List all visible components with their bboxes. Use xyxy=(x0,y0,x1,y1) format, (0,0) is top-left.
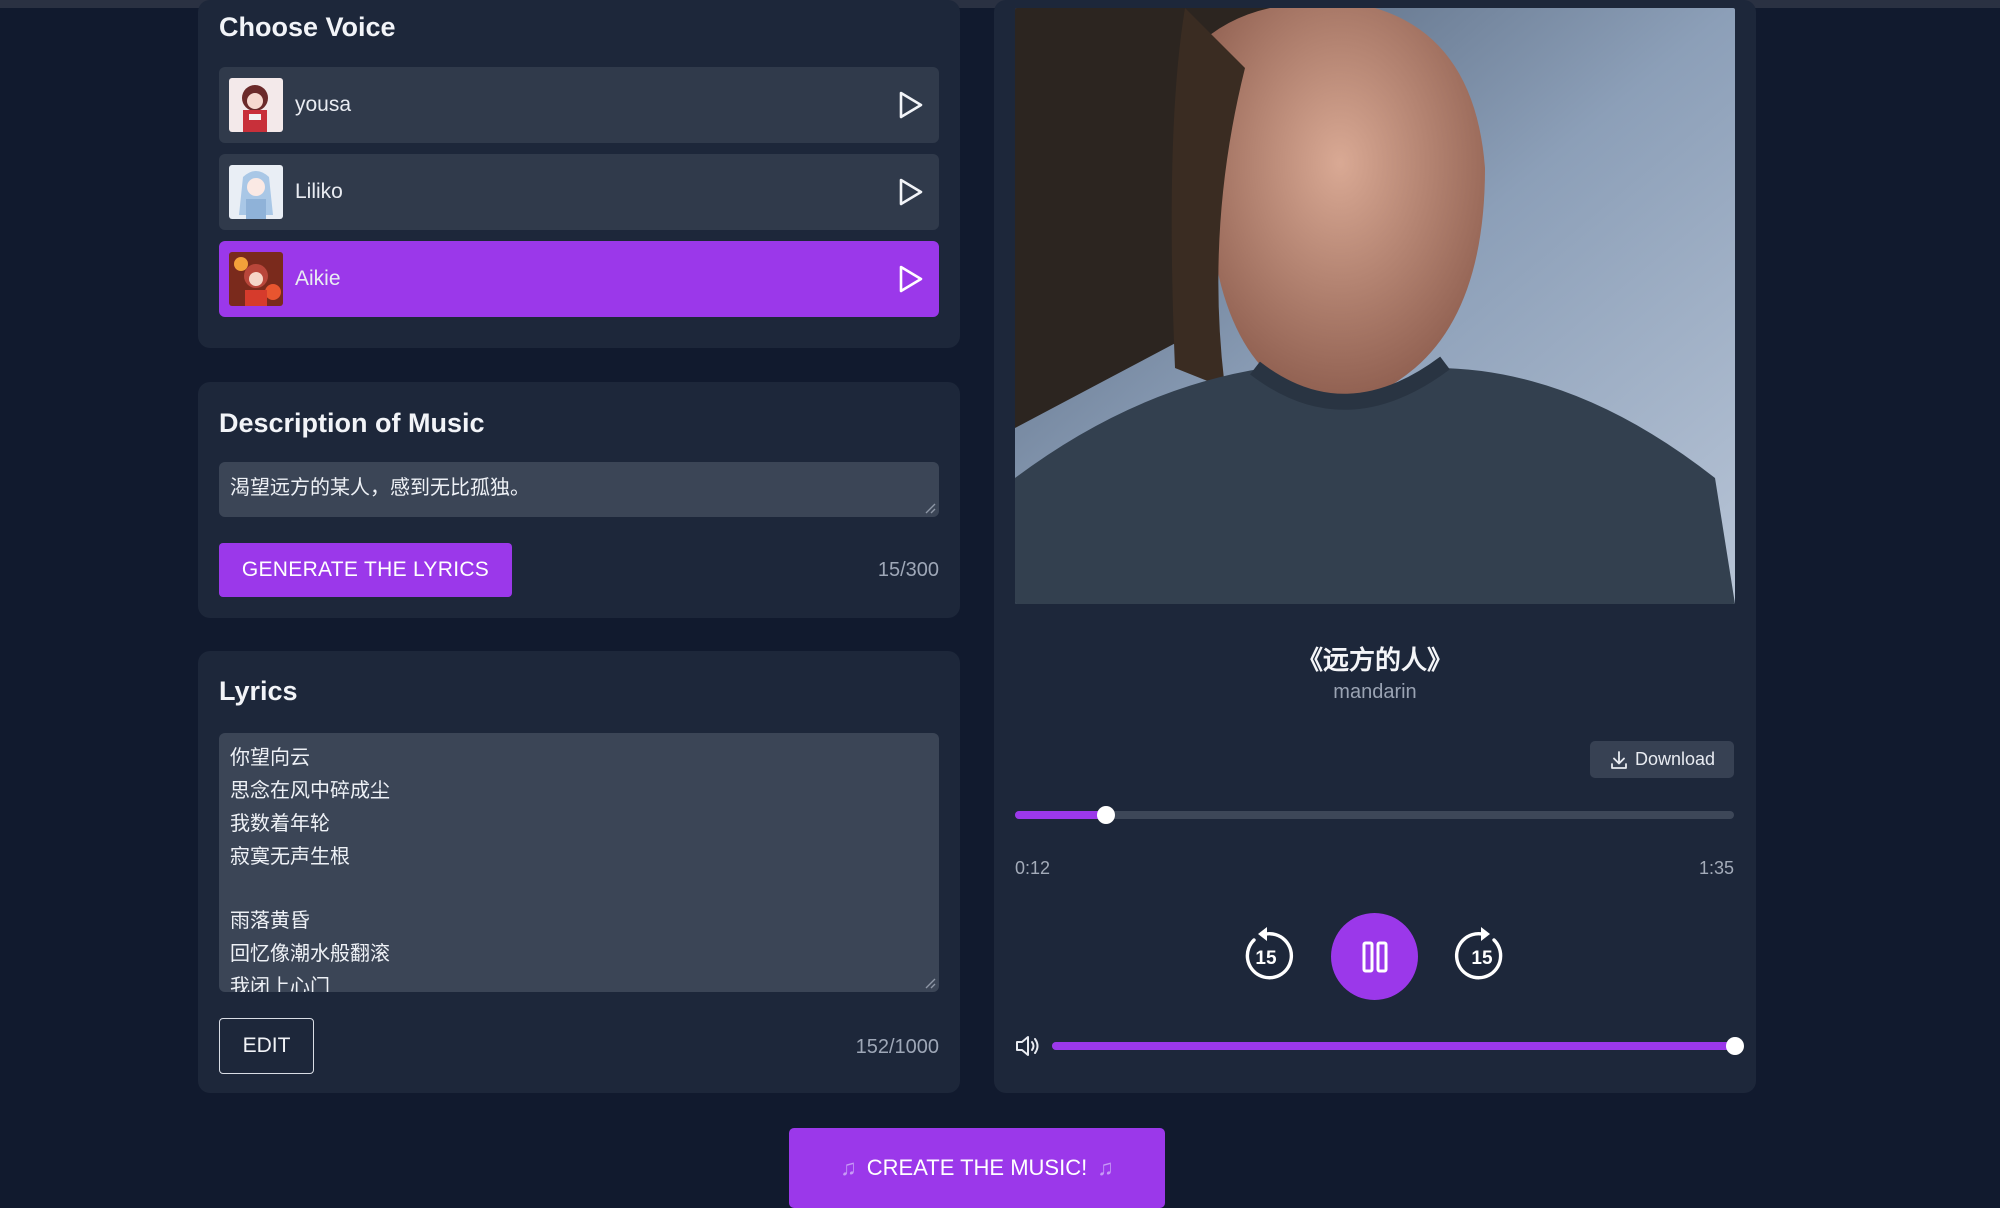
edit-lyrics-button[interactable]: EDIT xyxy=(219,1018,314,1074)
volume-thumb[interactable] xyxy=(1726,1037,1744,1055)
download-button[interactable]: Download xyxy=(1590,741,1734,778)
play-icon[interactable] xyxy=(895,89,925,121)
skip-back-button[interactable]: 15 xyxy=(1236,926,1296,986)
voice-panel-title: Choose Voice xyxy=(219,12,396,42)
voice-item-liliko[interactable]: Liliko xyxy=(219,154,939,230)
voice-avatar-liliko xyxy=(229,165,283,219)
current-time: 0:12 xyxy=(1015,858,1051,878)
skip-back-label: 15 xyxy=(1255,948,1277,969)
lyrics-line: 我闭上心门 xyxy=(230,974,330,992)
play-icon[interactable] xyxy=(895,263,925,295)
progress-slider[interactable] xyxy=(1015,806,1734,824)
description-input[interactable]: 渴望远方的某人，感到无比孤独。 xyxy=(219,462,939,517)
description-input-value: 渴望远方的某人，感到无比孤独。 xyxy=(230,475,530,499)
volume-icon[interactable] xyxy=(1014,1033,1042,1059)
voice-avatar-yousa xyxy=(229,78,283,132)
volume-slider[interactable] xyxy=(1052,1037,1744,1055)
voice-name: Aikie xyxy=(295,267,341,290)
voice-item-aikie[interactable]: Aikie xyxy=(219,241,939,317)
download-label: Download xyxy=(1634,749,1716,769)
voice-name: Liliko xyxy=(295,180,343,203)
lyrics-panel-title: Lyrics xyxy=(219,676,298,706)
lyrics-line: 你望向云 xyxy=(230,745,310,769)
cover-image xyxy=(1015,8,1735,604)
create-music-label: CREATE THE MUSIC! xyxy=(866,1155,1088,1180)
song-title: 《远方的人》 xyxy=(1296,646,1453,676)
lyrics-line: 我数着年轮 xyxy=(230,811,330,835)
resize-grip-icon[interactable] xyxy=(922,975,936,989)
resize-grip-icon[interactable] xyxy=(922,500,936,514)
voice-name: yousa xyxy=(295,93,352,116)
rewind-15-icon: 15 xyxy=(1245,927,1294,980)
duration: 1:35 xyxy=(1698,858,1734,878)
lyrics-line: 雨落黄昏 xyxy=(230,908,310,932)
description-panel-title: Description of Music xyxy=(219,408,485,438)
lyrics-textarea[interactable]: 你望向云 思念在风中碎成尘 我数着年轮 寂寞无声生根 雨落黄昏 回忆像潮水般翻滚… xyxy=(219,733,939,992)
pause-button[interactable] xyxy=(1331,913,1418,1000)
music-note-icon: ♫ xyxy=(840,1155,857,1180)
song-language: mandarin xyxy=(1333,681,1417,703)
pause-icon xyxy=(1362,941,1387,972)
download-icon xyxy=(1611,750,1627,769)
lyrics-line xyxy=(230,873,928,904)
forward-15-icon: 15 xyxy=(1454,927,1503,980)
generate-lyrics-button[interactable]: GENERATE THE LYRICS xyxy=(219,543,512,597)
progress-thumb[interactable] xyxy=(1096,806,1115,824)
lyrics-line: 寂寞无声生根 xyxy=(230,844,350,868)
progress-fill xyxy=(1015,811,1106,819)
skip-forward-button[interactable]: 15 xyxy=(1452,926,1512,986)
lyrics-line: 思念在风中碎成尘 xyxy=(230,778,390,802)
voice-item-yousa[interactable]: yousa xyxy=(219,67,939,143)
create-music-button[interactable]: ♫ CREATE THE MUSIC! ♫ xyxy=(789,1128,1165,1208)
music-note-icon: ♫ xyxy=(1097,1155,1114,1180)
lyrics-char-counter: 152/1000 xyxy=(855,1036,939,1058)
voice-avatar-aikie xyxy=(229,252,283,306)
volume-fill xyxy=(1052,1042,1735,1050)
lyrics-line: 回忆像潮水般翻滚 xyxy=(230,941,390,965)
play-icon[interactable] xyxy=(895,176,925,208)
description-char-counter: 15/300 xyxy=(877,559,939,581)
skip-forward-label: 15 xyxy=(1471,948,1493,969)
